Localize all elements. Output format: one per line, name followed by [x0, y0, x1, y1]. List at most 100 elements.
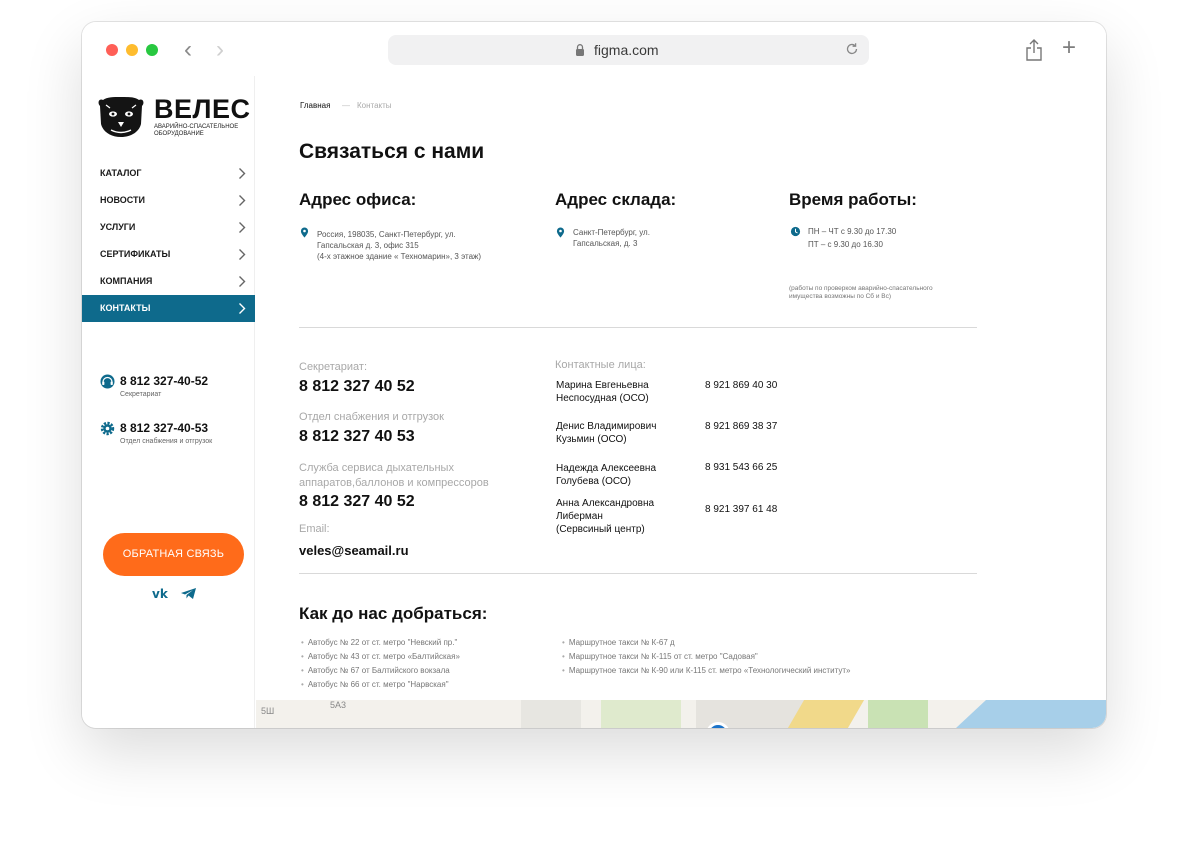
breadcrumb-current: Контакты: [357, 101, 392, 110]
chevron-right-icon: [239, 276, 246, 287]
sidebar: ВЕЛЕС Аварийно-спасательное оборудование…: [82, 76, 255, 728]
person-name: Неспосудная (ОСО): [556, 393, 649, 404]
chevron-right-icon: [239, 168, 246, 179]
hours-note-line: (работы по проверком аварийно-спасательн…: [789, 285, 933, 292]
person-phone[interactable]: 8 931 543 66 25: [705, 462, 777, 473]
hours-note-line: имущества возможны по Сб и Вс): [789, 293, 892, 300]
map-label: 5Ш: [261, 706, 275, 716]
breadcrumb-separator: —: [342, 101, 350, 110]
warehouse-address-line: Гапсальская, д. 3: [573, 239, 638, 248]
map-pin-icon: [556, 227, 565, 238]
telegram-icon[interactable]: [180, 587, 197, 600]
person-phone[interactable]: 8 921 397 61 48: [705, 504, 777, 515]
person-name: Голубева (ОСО): [556, 476, 631, 487]
email-link[interactable]: veles@seamail.ru: [299, 543, 409, 558]
menu-item-services[interactable]: УСЛУГИ: [82, 214, 255, 241]
bear-logo-icon: [98, 97, 144, 137]
chevron-right-icon: [239, 303, 246, 314]
breadcrumb-home[interactable]: Главная: [300, 101, 330, 110]
menu-item-label: УСЛУГИ: [100, 222, 136, 232]
route-item: Маршрутное такси № К-115 от ст. метро "С…: [562, 652, 758, 661]
lock-icon: [576, 44, 584, 56]
warehouse-title: Адрес склада:: [555, 190, 677, 209]
menu-item-label: КОМПАНИЯ: [100, 276, 153, 286]
divider: [299, 573, 977, 574]
page-title: Связаться с нами: [299, 140, 485, 163]
contacts-label: Контактные лица:: [555, 359, 646, 371]
phone-label: Секретариат: [120, 391, 162, 398]
menu-item-label: КОНТАКТЫ: [100, 303, 151, 313]
gear-icon: [100, 421, 115, 436]
reload-icon[interactable]: [844, 41, 860, 57]
menu-item-catalog[interactable]: КАТАЛОГ: [82, 160, 255, 187]
main-menu: КАТАЛОГ НОВОСТИ УСЛУГИ СЕРТИФИКАТЫ КОМПА…: [82, 160, 255, 322]
headset-icon: [100, 374, 115, 389]
url-text: figma.com: [594, 42, 659, 58]
menu-item-label: СЕРТИФИКАТЫ: [100, 249, 171, 259]
map-label: 5А3: [330, 700, 347, 710]
person-phone[interactable]: 8 921 869 40 30: [705, 380, 777, 391]
new-tab-icon[interactable]: +: [1062, 36, 1076, 60]
dept-label: Секретариат:: [299, 361, 368, 373]
dept-phone[interactable]: 8 812 327 40 52: [299, 378, 415, 396]
email-label: Email:: [299, 523, 330, 535]
route-item: Маршрутное такси № К-90 или К-115 ст. ме…: [562, 666, 851, 675]
route-item: Автобус № 43 от ст. метро «Балтийская»: [301, 652, 460, 661]
office-address-line: Россия, 198035, Санкт-Петербург, ул.: [317, 230, 456, 239]
person-name: Надежда Алексеевна: [556, 463, 657, 474]
phone-number: 8 812 327-40-52: [120, 374, 209, 388]
menu-item-news[interactable]: НОВОСТИ: [82, 187, 255, 214]
person-name: (Сервсиный центр): [556, 524, 645, 535]
warehouse-address-line: Санкт-Петербург, ул.: [573, 228, 650, 237]
main-content: Главная — Контакты Связаться с нами Адре…: [256, 76, 1106, 728]
office-address-line: Гапсальская д. 3, офис 315: [317, 241, 419, 250]
share-icon[interactable]: [1025, 39, 1043, 61]
map[interactable]: 5Ш 5А3: [256, 700, 1106, 728]
person-name: Кузьмин (ОСО): [556, 434, 627, 445]
dept-phone[interactable]: 8 812 327 40 52: [299, 493, 415, 511]
menu-item-label: НОВОСТИ: [100, 195, 146, 205]
person-name: Денис Владимирович: [556, 421, 657, 432]
svg-text:vk: vk: [152, 587, 169, 600]
menu-item-certificates[interactable]: СЕРТИФИКАТЫ: [82, 241, 255, 268]
office-address-line: (4-х этажное здание « Техномарин», 3 эта…: [317, 252, 482, 261]
dept-phone[interactable]: 8 812 327 40 53: [299, 428, 415, 446]
forward-icon[interactable]: ›: [216, 36, 224, 64]
route-item: Маршрутное такси № К-67 д: [562, 638, 675, 647]
address-bar[interactable]: figma.com: [388, 35, 869, 65]
browser-window: ‹ › figma.com + ВЕЛЕС АВАРИЙНО-СПАСАТЕЛЬ…: [82, 22, 1106, 728]
phone-label: Отдел снабжения и отгрузок: [120, 438, 213, 445]
route-title: Как до нас добраться:: [299, 604, 488, 623]
menu-item-label: КАТАЛОГ: [100, 168, 142, 178]
hours-line: ПТ – с 9.30 до 16.30: [808, 240, 883, 249]
phone-number: 8 812 327-40-53: [120, 421, 209, 435]
browser-titlebar: ‹ › figma.com +: [82, 22, 1106, 76]
office-title: Адрес офиса:: [299, 190, 417, 209]
dept-label: аппаратов,баллонов и компрессоров: [299, 477, 489, 489]
route-item: Автобус № 66 от ст. метро "Нарвская": [301, 680, 449, 689]
back-icon[interactable]: ‹: [184, 36, 192, 64]
menu-item-contacts[interactable]: КОНТАКТЫ: [82, 295, 255, 322]
dept-label: Отдел снабжения и отгрузок: [299, 411, 444, 423]
map-pin-icon: [300, 227, 309, 238]
route-item: Автобус № 67 от Балтийского вокзала: [301, 666, 450, 675]
person-name: Марина Евгеньевна: [556, 380, 649, 391]
hours-title: Время работы:: [789, 190, 917, 209]
maximize-window-button[interactable]: [146, 44, 158, 56]
feedback-button[interactable]: ОБРАТНАЯ СВЯЗЬ: [103, 533, 244, 576]
divider: [299, 327, 977, 328]
person-name: Анна Александровна: [556, 498, 655, 509]
person-name: Либерман: [556, 511, 603, 522]
chevron-right-icon: [239, 222, 246, 233]
person-phone[interactable]: 8 921 869 38 37: [705, 421, 777, 432]
chevron-right-icon: [239, 195, 246, 206]
dept-label: Служба сервиса дыхательных: [299, 462, 454, 474]
close-window-button[interactable]: [106, 44, 118, 56]
logo-subtitle: Аварийно-спасательное оборудование: [154, 124, 239, 137]
chevron-right-icon: [239, 249, 246, 260]
clock-icon: [790, 226, 801, 237]
menu-item-company[interactable]: КОМПАНИЯ: [82, 268, 255, 295]
minimize-window-button[interactable]: [126, 44, 138, 56]
vk-icon[interactable]: vk: [152, 587, 169, 600]
logo-title[interactable]: ВЕЛЕС: [154, 94, 250, 125]
